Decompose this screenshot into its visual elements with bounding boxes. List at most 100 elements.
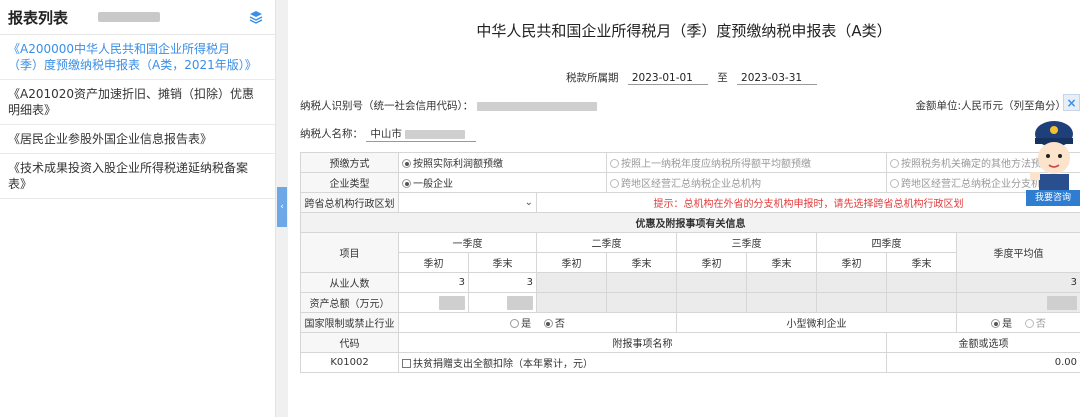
enterprise-option-hq[interactable]: 跨地区经营汇总纳税企业总机构 [606, 172, 887, 193]
employees-q2-start [536, 272, 607, 293]
layers-icon[interactable] [249, 10, 263, 24]
chevron-down-icon: ⌄ [524, 197, 533, 208]
employees-q1-end-input[interactable]: 3 [468, 272, 537, 293]
radio-icon[interactable] [510, 319, 520, 328]
assets-q1-end-input[interactable] [468, 292, 537, 313]
sidebar-item-tech-investment-filing[interactable]: 《技术成果投资入股企业所得税递延纳税备案表》 [0, 154, 275, 199]
code-header: 代码 [300, 332, 399, 353]
q2-start-header: 季初 [536, 252, 607, 273]
restricted-industry-options: 是 否 [398, 312, 677, 333]
radio-icon[interactable] [610, 159, 619, 168]
taxpayer-name-redacted [405, 129, 466, 139]
assets-label: 资产总额（万元） [300, 292, 399, 313]
period-end-input[interactable] [737, 72, 818, 85]
radio-icon[interactable] [890, 179, 899, 188]
taxpayer-id-redacted [476, 101, 597, 111]
assets-q4-start [816, 292, 887, 313]
radio-icon[interactable] [402, 159, 411, 168]
sidebar-title: 报表列表 [8, 8, 69, 27]
radio-icon[interactable] [543, 319, 553, 328]
region-select[interactable]: ⌄ [398, 192, 537, 213]
enterprise-type-row: 企业类型 一般企业 跨地区经营汇总纳税企业总机构 跨地区经营汇总纳税企业分支机构 [300, 172, 1080, 193]
appendix-header-row: 代码 附报事项名称 金额或选项 [300, 332, 1080, 353]
prepay-method-label: 预缴方式 [300, 152, 399, 173]
appendix-item-k01002[interactable]: 扶贫捐赠支出全额扣除（本年累计，元） [398, 352, 887, 373]
employees-q4-end [886, 272, 957, 293]
section-title: 优惠及附报事项有关信息 [300, 212, 1080, 233]
prepay-method-row: 预缴方式 按照实际利润额预缴 按照上一纳税年度应纳税所得额平均额预缴 按照税务机… [300, 152, 1080, 173]
employees-q3-end [746, 272, 817, 293]
quarter-header-row: 项目 一季度 二季度 三季度 四季度 季度平均值 [300, 232, 1080, 273]
tax-period: 税款所属期 至 [566, 70, 823, 85]
radio-icon[interactable] [1024, 319, 1034, 328]
appendix-name-header: 附报事项名称 [398, 332, 887, 353]
assets-q3-start [676, 292, 747, 313]
employees-q1-start-input[interactable]: 3 [398, 272, 469, 293]
restricted-yes-label: 是 [521, 319, 532, 330]
prepay-option-avg[interactable]: 按照上一纳税年度应纳税所得额平均额预缴 [606, 152, 887, 173]
sidebar-item-foreign-share-report[interactable]: 《居民企业参股外国企业信息报告表》 [0, 125, 275, 154]
assets-q4-end [886, 292, 957, 313]
radio-icon[interactable] [890, 159, 899, 168]
code-k01002: K01002 [300, 352, 399, 373]
region-label: 跨省总机构行政区划 [300, 192, 399, 213]
assets-q2-end [606, 292, 677, 313]
redacted-value [507, 295, 533, 310]
employees-row: 从业人数 3 3 3 [300, 272, 1080, 293]
close-helper-button[interactable]: × [1063, 94, 1080, 111]
region-tip: 提示：总机构在外省的分支机构申报时，请先选择跨省总机构行政区划 [536, 192, 1080, 213]
period-start-input[interactable] [627, 72, 708, 85]
employees-average: 3 [956, 272, 1080, 293]
radio-icon[interactable] [402, 179, 411, 188]
section-header-row: 优惠及附报事项有关信息 [300, 212, 1080, 233]
form-area: 中华人民共和国企业所得税月（季）度预缴纳税申报表（A类） 税款所属期 至 纳税人… [288, 0, 1080, 417]
region-row: 跨省总机构行政区划 ⌄ 提示：总机构在外省的分支机构申报时，请先选择跨省总机构行… [300, 192, 1080, 213]
collapse-sidebar-button[interactable]: ‹ [277, 187, 287, 227]
prepay-option-actual[interactable]: 按照实际利润额预缴 [398, 152, 607, 173]
period-label: 税款所属期 [566, 72, 619, 84]
assets-q1-start-input[interactable] [398, 292, 469, 313]
sidebar-item-a201020[interactable]: 《A201020资产加速折旧、摊销（扣除）优惠明细表》 [0, 80, 275, 125]
q2-end-header: 季末 [606, 252, 677, 273]
redacted-value [1047, 295, 1077, 310]
q4-end-header: 季末 [886, 252, 957, 273]
small-profit-options: 是 否 [956, 312, 1080, 333]
quarter-1-header: 一季度 [398, 232, 537, 253]
restricted-no-label: 否 [554, 319, 565, 330]
q1-start-header: 季初 [398, 252, 469, 273]
employees-q3-start [676, 272, 747, 293]
radio-icon[interactable] [610, 179, 619, 188]
quarter-4-header: 四季度 [816, 232, 957, 253]
radio-icon[interactable] [991, 319, 1001, 328]
restricted-industry-label: 国家限制或禁止行业 [300, 312, 399, 333]
period-to-label: 至 [717, 72, 728, 84]
quarter-2-header: 二季度 [536, 232, 677, 253]
quarter-3-header: 三季度 [676, 232, 817, 253]
small-profit-yes-label: 是 [1002, 319, 1013, 330]
enterprise-option-general[interactable]: 一般企业 [398, 172, 607, 193]
report-list-sidebar: 报表列表 《A200000中华人民共和国企业所得税月（季）度预缴纳税申报表（A类… [0, 0, 276, 417]
restricted-industry-row: 国家限制或禁止行业 是 否 小型微利企业 是 否 [300, 312, 1080, 333]
amount-header: 金额或选项 [886, 332, 1080, 353]
employees-q2-end [606, 272, 677, 293]
sidebar-header: 报表列表 [0, 0, 275, 35]
consult-button[interactable]: 我要咨询 [1026, 190, 1080, 206]
taxpayer-id-label: 纳税人识别号（统一社会信用代码）： [300, 100, 474, 112]
employees-label: 从业人数 [300, 272, 399, 293]
taxpayer-name-label: 纳税人名称： [300, 128, 363, 140]
small-profit-no-label: 否 [1035, 319, 1046, 330]
item-label: 项目 [300, 232, 399, 273]
small-profit-label: 小型微利企业 [676, 312, 957, 333]
checkbox[interactable] [402, 359, 411, 368]
declaration-table: 预缴方式 按照实际利润额预缴 按照上一纳税年度应纳税所得额平均额预缴 按照税务机… [300, 152, 1080, 373]
assets-q3-end [746, 292, 817, 313]
taxpayer-name-row: 纳税人名称： 中山市 [300, 126, 477, 142]
assets-row: 资产总额（万元） [300, 292, 1080, 313]
q3-end-header: 季末 [746, 252, 817, 273]
amount-k01002-input[interactable]: 0.00 [886, 352, 1080, 373]
form-title: 中华人民共和国企业所得税月（季）度预缴纳税申报表（A类） [476, 22, 892, 40]
assets-q2-start [536, 292, 607, 313]
sidebar-item-a200000[interactable]: 《A200000中华人民共和国企业所得税月（季）度预缴纳税申报表（A类，2021… [0, 35, 275, 80]
appendix-row-k01002: K01002 扶贫捐赠支出全额扣除（本年累计，元） 0.00 [300, 352, 1080, 373]
quarter-average-header: 季度平均值 [956, 232, 1080, 273]
